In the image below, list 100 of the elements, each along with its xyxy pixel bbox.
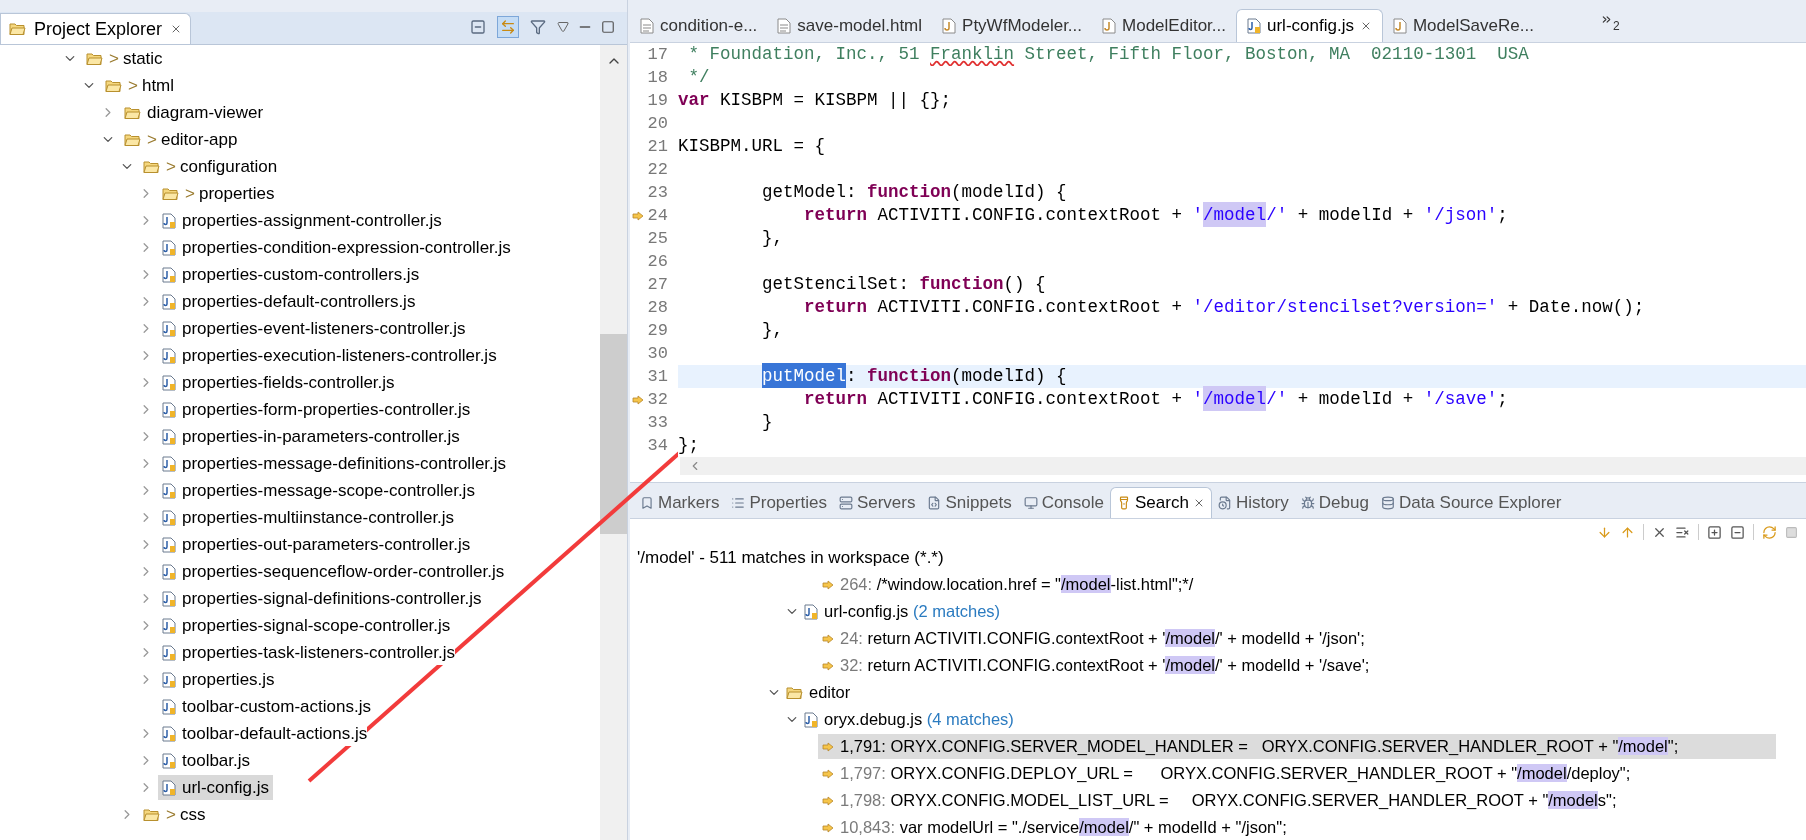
horizontal-scrollbar[interactable] <box>680 457 1806 475</box>
view-tab[interactable]: Properties <box>725 487 833 518</box>
js-file-icon <box>162 428 176 445</box>
folder-icon <box>124 132 141 147</box>
editor-tab[interactable]: url-config.js <box>1236 9 1383 42</box>
view-tab[interactable]: Servers <box>832 487 922 518</box>
js-file-icon <box>162 644 176 661</box>
folder-icon <box>162 186 179 201</box>
line-number: 22 <box>646 158 668 181</box>
folder-icon <box>124 105 141 120</box>
line-number: 24 <box>646 204 668 227</box>
match-arrow-icon <box>822 795 834 806</box>
search-result[interactable]: 32: return ACTIVITI.CONFIG.contextRoot + '/model/' + modelId + '/save'; <box>818 653 1776 678</box>
java-file-icon <box>1102 17 1117 34</box>
editor-tab[interactable]: PtyWfModeler... <box>932 9 1093 42</box>
match-arrow-icon <box>822 768 834 779</box>
match-arrow-icon <box>822 822 834 833</box>
expand-all-icon[interactable] <box>1707 524 1722 540</box>
search-result[interactable]: 24: return ACTIVITI.CONFIG.contextRoot + '/model/' + modelId + '/json'; <box>818 626 1776 651</box>
js-file-icon <box>162 590 176 607</box>
view-tab[interactable]: Console <box>1017 487 1110 518</box>
monitor-icon <box>1023 495 1038 510</box>
maximize-icon[interactable] <box>601 20 615 34</box>
js-file-icon <box>804 603 818 620</box>
js-file-icon <box>162 509 176 526</box>
scrollbar-thumb[interactable] <box>600 334 627 534</box>
stop-icon[interactable] <box>1785 525 1798 539</box>
js-file-icon <box>162 212 176 229</box>
match-arrow-icon <box>632 210 644 221</box>
view-tab[interactable]: Debug <box>1294 487 1375 518</box>
js-file-icon <box>162 671 176 688</box>
view-tab[interactable]: Search <box>1110 487 1212 518</box>
view-menu-icon[interactable] <box>557 21 569 33</box>
js-file-icon <box>1247 18 1261 34</box>
line-number: 26 <box>646 250 668 273</box>
search-result[interactable]: 264: /*window.location.href = "/model-list.html";*/ <box>818 572 1776 597</box>
server-icon <box>838 495 853 510</box>
line-number: 20 <box>646 112 668 135</box>
view-tab[interactable]: History <box>1211 487 1295 518</box>
line-number: 17 <box>646 43 668 66</box>
js-file-icon <box>162 698 176 715</box>
link-arrows-icon[interactable] <box>500 19 516 35</box>
editor-tab[interactable]: save-model.html <box>767 9 933 42</box>
project-icon <box>9 22 26 36</box>
js-file-icon <box>162 455 176 472</box>
match-arrow-icon <box>822 660 834 671</box>
line-number: 31 <box>646 365 668 388</box>
more-tabs-button[interactable]: 2 <box>1599 9 1620 42</box>
line-number: 19 <box>646 89 668 112</box>
collapse-all-icon[interactable] <box>1730 524 1745 540</box>
js-file-icon <box>162 536 176 553</box>
scrollbar[interactable] <box>600 45 627 840</box>
line-number: 34 <box>646 434 668 457</box>
result-group[interactable]: oryx.debug.js (4 matches) <box>804 707 1014 732</box>
document-icon <box>640 17 654 34</box>
editor-tab[interactable]: condition-e... <box>630 9 768 42</box>
editor-tab[interactable]: ModelEditor... <box>1092 9 1236 42</box>
view-tab[interactable]: Markers <box>634 487 726 518</box>
result-group[interactable]: editor <box>786 680 851 705</box>
js-file-icon <box>162 779 176 796</box>
list-icon <box>731 495 746 510</box>
line-number: 18 <box>646 66 668 89</box>
view-tab[interactable]: Snippets <box>921 487 1018 518</box>
flashlight-icon <box>1117 496 1131 510</box>
match-arrow-icon <box>822 579 834 590</box>
folder-icon <box>105 78 122 93</box>
search-result[interactable]: 10,843: var modelUrl = "./service/model/" + modelId + "/json"; <box>818 815 1776 840</box>
js-file-icon <box>162 617 176 634</box>
java-file-icon <box>1392 17 1407 34</box>
tree-item[interactable]: url-config.js <box>158 775 273 800</box>
folder-icon <box>786 685 803 700</box>
search-result[interactable]: 1,798: ORYX.CONFIG.MODEL_LIST_URL = ORYX.CONFIG.SERVER_HANDLER_ROOT + "/models"; <box>818 788 1776 813</box>
js-file-icon <box>162 401 176 418</box>
bug-icon <box>1300 495 1315 510</box>
line-number: 27 <box>646 273 668 296</box>
js-file-icon <box>162 374 176 391</box>
js-file-icon <box>162 293 176 310</box>
view-tab[interactable]: Project Explorer <box>0 13 192 44</box>
js-file-icon <box>162 347 176 364</box>
search-result[interactable]: 1,791: ORYX.CONFIG.SERVER_MODEL_HANDLER = ORYX.CONFIG.SERVER_HANDLER_ROOT + "/model"; <box>818 734 1776 759</box>
bookmark-icon <box>640 495 654 510</box>
line-number: 32 <box>646 388 668 411</box>
arrow-down-icon[interactable] <box>1597 524 1612 540</box>
line-number: 29 <box>646 319 668 342</box>
refresh-icon[interactable] <box>1762 524 1777 540</box>
java-file-icon <box>942 17 957 34</box>
filter-icon[interactable] <box>530 19 546 35</box>
editor-tab[interactable]: ModelSaveRe... <box>1382 9 1544 42</box>
collapse-all-icon[interactable] <box>470 19 486 35</box>
document-icon <box>777 17 792 34</box>
file-code-icon <box>927 495 942 510</box>
folder-icon <box>143 807 160 822</box>
match-arrow-icon <box>822 741 834 752</box>
line-number: 25 <box>646 227 668 250</box>
folder-icon <box>86 51 103 66</box>
view-tab[interactable]: Data Source Explorer <box>1374 487 1568 518</box>
search-result[interactable]: 1,797: ORYX.CONFIG.DEPLOY_URL = ORYX.CONFIG.SERVER_HANDLER_ROOT + "/model/deploy"; <box>818 761 1776 786</box>
remove-all-icon[interactable] <box>1675 524 1690 540</box>
result-group[interactable]: url-config.js (2 matches) <box>804 599 1001 624</box>
line-number: 30 <box>646 342 668 365</box>
